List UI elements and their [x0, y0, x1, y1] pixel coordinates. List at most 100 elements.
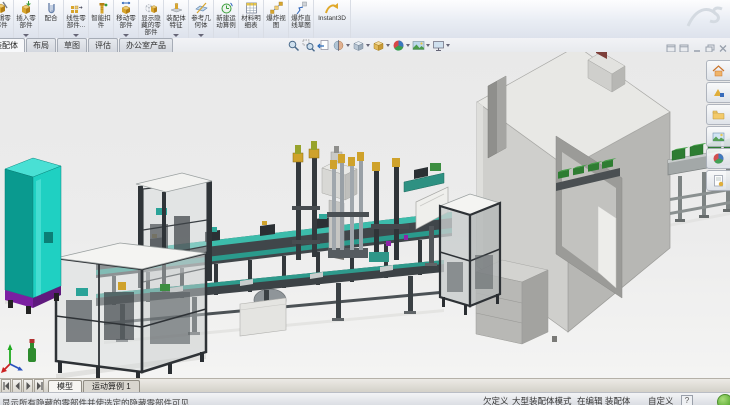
assembly-features-icon: [170, 1, 183, 15]
section-view-button[interactable]: [332, 39, 350, 52]
display-style-button[interactable]: [372, 39, 390, 52]
help-icon[interactable]: ?: [681, 395, 693, 405]
green-bottle-part[interactable]: [28, 339, 36, 362]
dropdown-arrow-icon: [346, 44, 350, 47]
custom-label[interactable]: 自定义: [648, 395, 674, 405]
tab-evaluate[interactable]: 评估: [88, 38, 118, 52]
dropdown-arrow-icon: [446, 44, 450, 47]
assembly-3d-view[interactable]: [0, 52, 730, 378]
left-machine-cabinet[interactable]: [56, 243, 206, 378]
view-orientation-button[interactable]: [352, 39, 370, 52]
explode-line-sketch-button[interactable]: 爆炸直线草图: [289, 0, 314, 38]
custom-properties-button[interactable]: [706, 170, 730, 191]
assembly-features-button[interactable]: 装配体特征: [164, 0, 189, 38]
notification-ball-icon[interactable]: [717, 394, 730, 405]
explode-line-sketch-icon: [295, 1, 308, 15]
previous-tab-button[interactable]: [12, 379, 22, 393]
linear-pattern-icon: [70, 1, 83, 15]
dropdown-arrow-icon: [386, 44, 390, 47]
exploded-view-button[interactable]: 爆炸视图: [264, 0, 289, 38]
view-palette-icon: [712, 130, 725, 143]
appearances-button[interactable]: [706, 148, 730, 169]
heads-up-view-toolbar: [287, 39, 452, 52]
previous-view-icon: [317, 39, 330, 52]
dropdown-arrow-icon: [426, 44, 430, 47]
design-library-icon: [712, 86, 725, 99]
ribbon-tab-bar: 装配体 布局 草图 评估 办公室产品: [0, 38, 730, 52]
exploded-view-icon: [270, 1, 283, 15]
tab-assembly[interactable]: 装配体: [0, 38, 25, 52]
tab-layout[interactable]: 布局: [26, 38, 56, 52]
dassault-systemes-logo: [684, 2, 726, 37]
smart-fasteners-icon: [95, 1, 108, 15]
previous-view-button[interactable]: [317, 39, 330, 52]
edit-appearance-button[interactable]: [392, 39, 410, 52]
appearances-icon: [712, 152, 725, 165]
show-hidden-components-icon: [145, 1, 158, 15]
new-motion-study-button[interactable]: 新建运动算例: [214, 0, 239, 38]
display-style-icon: [372, 39, 385, 52]
tab-sketch[interactable]: 草图: [57, 38, 87, 52]
dropdown-arrow-icon: [23, 34, 29, 37]
orientation-triad: [1, 344, 23, 373]
mate-icon: [45, 1, 58, 15]
instant3d-icon: [325, 1, 339, 15]
model-tab-bar: 模型 运动算例 1: [0, 378, 730, 393]
reference-geometry-button[interactable]: 参考几何体: [189, 0, 214, 38]
teal-electrical-cabinet[interactable]: [5, 158, 61, 314]
solidworks-window: 编辑零部件 插入零部件 配合 线性零部件... 智能扣件: [0, 0, 730, 405]
status-bar: 显示所有隐藏的零部件并使选定的隐藏零部件可见 欠定义 大型装配体模式 在编辑 装…: [0, 392, 730, 405]
dropdown-arrow-icon: [173, 34, 179, 37]
solidworks-resources-button[interactable]: [706, 60, 730, 81]
smart-fasteners-button[interactable]: 智能扣件: [89, 0, 114, 38]
reference-geometry-icon: [195, 1, 208, 15]
inspection-cabinet[interactable]: [440, 194, 500, 315]
zoom-to-fit-icon: [287, 39, 300, 52]
mate-button[interactable]: 配合: [39, 0, 64, 38]
first-tab-button[interactable]: [1, 379, 11, 393]
dropdown-arrow-icon: [366, 44, 370, 47]
insert-component-button[interactable]: 插入零部件: [14, 0, 39, 38]
move-component-icon: [120, 1, 133, 15]
definition-state: 欠定义: [483, 395, 509, 405]
solidworks-resources-icon: [712, 64, 725, 77]
show-hidden-components-button[interactable]: 显示隐藏的零部件: [139, 0, 164, 38]
linear-component-pattern-button[interactable]: 线性零部件...: [64, 0, 89, 38]
file-explorer-icon: [712, 108, 725, 121]
section-view-icon: [332, 39, 345, 52]
view-orientation-icon: [352, 39, 365, 52]
dropdown-arrow-icon: [406, 44, 410, 47]
dropdown-arrow-icon: [73, 34, 79, 37]
status-message: 显示所有隐藏的零部件并使选定的隐藏零部件可见: [2, 397, 189, 405]
apply-scene-button[interactable]: [412, 39, 430, 52]
zoom-to-fit-button[interactable]: [287, 39, 300, 52]
insert-component-icon: [20, 1, 33, 15]
view-palette-button[interactable]: [706, 126, 730, 147]
dropdown-arrow-icon: [123, 34, 129, 37]
last-tab-button[interactable]: [34, 379, 44, 393]
next-tab-button[interactable]: [23, 379, 33, 393]
graphics-area[interactable]: [0, 52, 730, 378]
file-explorer-button[interactable]: [706, 104, 730, 125]
tab-office-products[interactable]: 办公室产品: [119, 38, 173, 52]
edit-component-button[interactable]: 编辑零部件: [0, 0, 14, 38]
task-pane-tabs: [706, 60, 730, 192]
large-assembly-mode-label: 大型装配体模式: [512, 395, 572, 405]
zoom-to-area-icon: [302, 39, 315, 52]
move-component-button[interactable]: 移动零部件: [114, 0, 139, 38]
bill-of-materials-button[interactable]: 材料明细表: [239, 0, 264, 38]
apply-scene-icon: [412, 39, 425, 52]
dropdown-arrow-icon: [198, 34, 204, 37]
edit-component-icon: [0, 1, 8, 15]
new-motion-study-icon: [220, 1, 233, 15]
edit-appearance-icon: [392, 39, 405, 52]
design-library-button[interactable]: [706, 82, 730, 103]
bill-of-materials-icon: [245, 1, 258, 15]
view-settings-button[interactable]: [432, 39, 450, 52]
instant3d-button[interactable]: Instant3D: [314, 0, 351, 38]
floor-unit[interactable]: [240, 298, 286, 336]
editing-state: 在编辑 装配体: [577, 395, 630, 405]
command-manager-toolbar: 编辑零部件 插入零部件 配合 线性零部件... 智能扣件: [0, 0, 730, 39]
view-settings-icon: [432, 39, 445, 52]
zoom-to-area-button[interactable]: [302, 39, 315, 52]
